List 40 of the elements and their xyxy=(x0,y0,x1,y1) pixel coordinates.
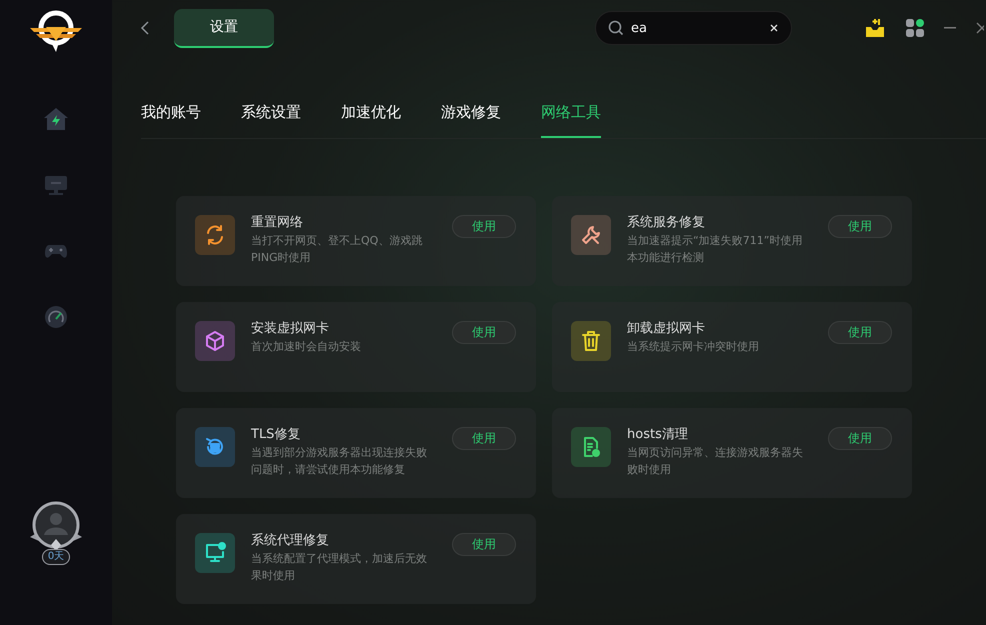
use-button[interactable]: 使用 xyxy=(452,533,516,556)
minimize-icon[interactable] xyxy=(944,27,956,29)
tool-title: 重置网络 xyxy=(251,214,304,232)
apps-icon[interactable] xyxy=(906,19,924,37)
tool-description: 当系统提示网卡冲突时使用 xyxy=(627,339,760,355)
days-badge: 0天 xyxy=(42,549,70,565)
tool-description: 首次加速时会自动安装 xyxy=(251,339,362,355)
use-button[interactable]: 使用 xyxy=(452,321,516,344)
use-button[interactable]: 使用 xyxy=(452,215,516,238)
tab[interactable]: 我的账号 xyxy=(141,90,201,138)
tab[interactable]: 网络工具 xyxy=(541,90,601,138)
tab[interactable]: 系统设置 xyxy=(241,90,301,138)
tool-description: 当打不开网页、登不上QQ、游戏跳PING时使用 xyxy=(251,233,424,266)
search-field[interactable]: ea xyxy=(595,11,792,45)
tool-title: 系统代理修复 xyxy=(251,532,330,550)
tool-title: 系统服务修复 xyxy=(627,214,706,232)
tab[interactable]: 游戏修复 xyxy=(441,90,501,138)
tool-title: 安装虚拟网卡 xyxy=(251,320,330,338)
monitor-icon xyxy=(43,173,69,197)
avatar-icon[interactable] xyxy=(28,501,84,551)
tool-title: 卸载虚拟网卡 xyxy=(627,320,706,338)
inbox-plus-icon[interactable] xyxy=(864,17,886,39)
use-button[interactable]: 使用 xyxy=(828,427,892,450)
search-icon xyxy=(608,20,624,36)
tool-description: 当网页访问异常、连接游戏服务器失败时使用 xyxy=(627,445,803,478)
tool-description: 当遇到部分游戏服务器出现连接失败问题时，请尝试使用本功能修复 xyxy=(251,445,427,478)
back-icon[interactable] xyxy=(140,20,150,36)
settings-tab[interactable]: 设置 xyxy=(174,8,274,48)
tool-title: TLS修复 xyxy=(251,426,302,444)
use-button[interactable]: 使用 xyxy=(828,215,892,238)
close-icon[interactable] xyxy=(976,22,984,34)
use-button[interactable]: 使用 xyxy=(828,321,892,344)
tab[interactable]: 加速优化 xyxy=(341,90,401,138)
use-button[interactable]: 使用 xyxy=(452,427,516,450)
tool-description: 当加速器提示“加速失败711”时使用本功能进行检测 xyxy=(627,233,803,266)
tool-title: hosts清理 xyxy=(627,426,689,444)
home-icon xyxy=(43,107,69,131)
gauge-icon xyxy=(43,305,69,329)
clear-icon[interactable] xyxy=(770,24,778,32)
tool-description: 当系统配置了代理模式，加速后无效果时使用 xyxy=(251,551,427,584)
